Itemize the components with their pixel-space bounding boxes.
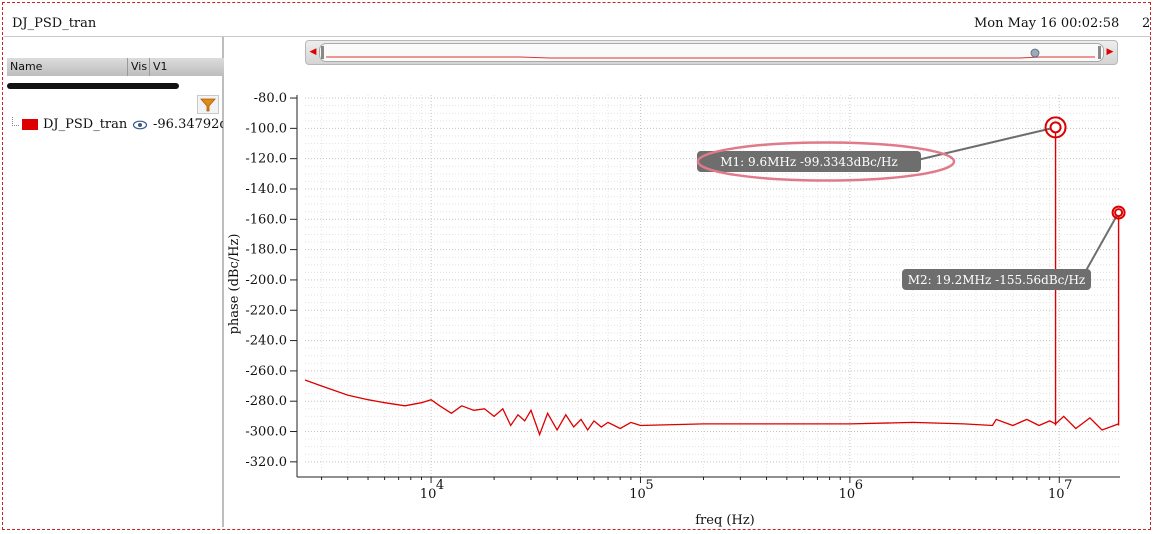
x-tick-label: 10 <box>839 487 856 502</box>
x-tick-exponent: 6 <box>855 478 863 493</box>
x-tick-label: 10 <box>420 487 437 502</box>
y-tick-label: -120.0 <box>245 152 287 167</box>
y-ticks: -80.0 -100.0 -120.0 -140.0 -160.0 -180.0 -200.… <box>245 91 297 470</box>
psd-chart[interactable]: -80.0 -100.0 -120.0 -140.0 -160.0 -180.0 -200.… <box>0 0 1155 534</box>
y-tick-label: -160.0 <box>245 212 287 227</box>
marker-label: M1: 9.6MHz -99.3343dBc/Hz <box>720 155 897 169</box>
y-tick-label: -280.0 <box>245 394 287 409</box>
y-tick-label: -180.0 <box>245 243 287 258</box>
y-tick-label: -220.0 <box>245 303 287 318</box>
y-tick-label: -140.0 <box>245 182 287 197</box>
marker-dot[interactable] <box>1114 208 1124 218</box>
y-tick-label: -80.0 <box>254 91 287 106</box>
x-tick-label: 10 <box>1048 487 1065 502</box>
y-tick-label: -240.0 <box>245 334 287 349</box>
y-tick-label: -200.0 <box>245 273 287 288</box>
y-tick-label: -300.0 <box>245 425 287 440</box>
x-tick-exponent: 4 <box>436 478 444 493</box>
x-tick-exponent: 7 <box>1064 478 1072 493</box>
marker-1[interactable]: M1: 9.6MHz -99.3343dBc/Hz <box>696 116 1067 182</box>
x-axis-label: freq (Hz) <box>695 513 755 528</box>
y-tick-label: -100.0 <box>245 121 287 136</box>
x-tick-label: 10 <box>629 487 646 502</box>
y-tick-label: -260.0 <box>245 364 287 379</box>
x-ticks: 104105106107 <box>321 477 1072 502</box>
marker-label: M2: 19.2MHz -155.56dBc/Hz <box>908 273 1085 287</box>
marker-leader-line <box>910 126 1056 163</box>
y-tick-label: -320.0 <box>245 455 287 470</box>
y-axis-label: phase (dBc/Hz) <box>227 234 242 335</box>
x-tick-exponent: 5 <box>645 478 653 493</box>
marker-dot[interactable] <box>1049 121 1062 134</box>
